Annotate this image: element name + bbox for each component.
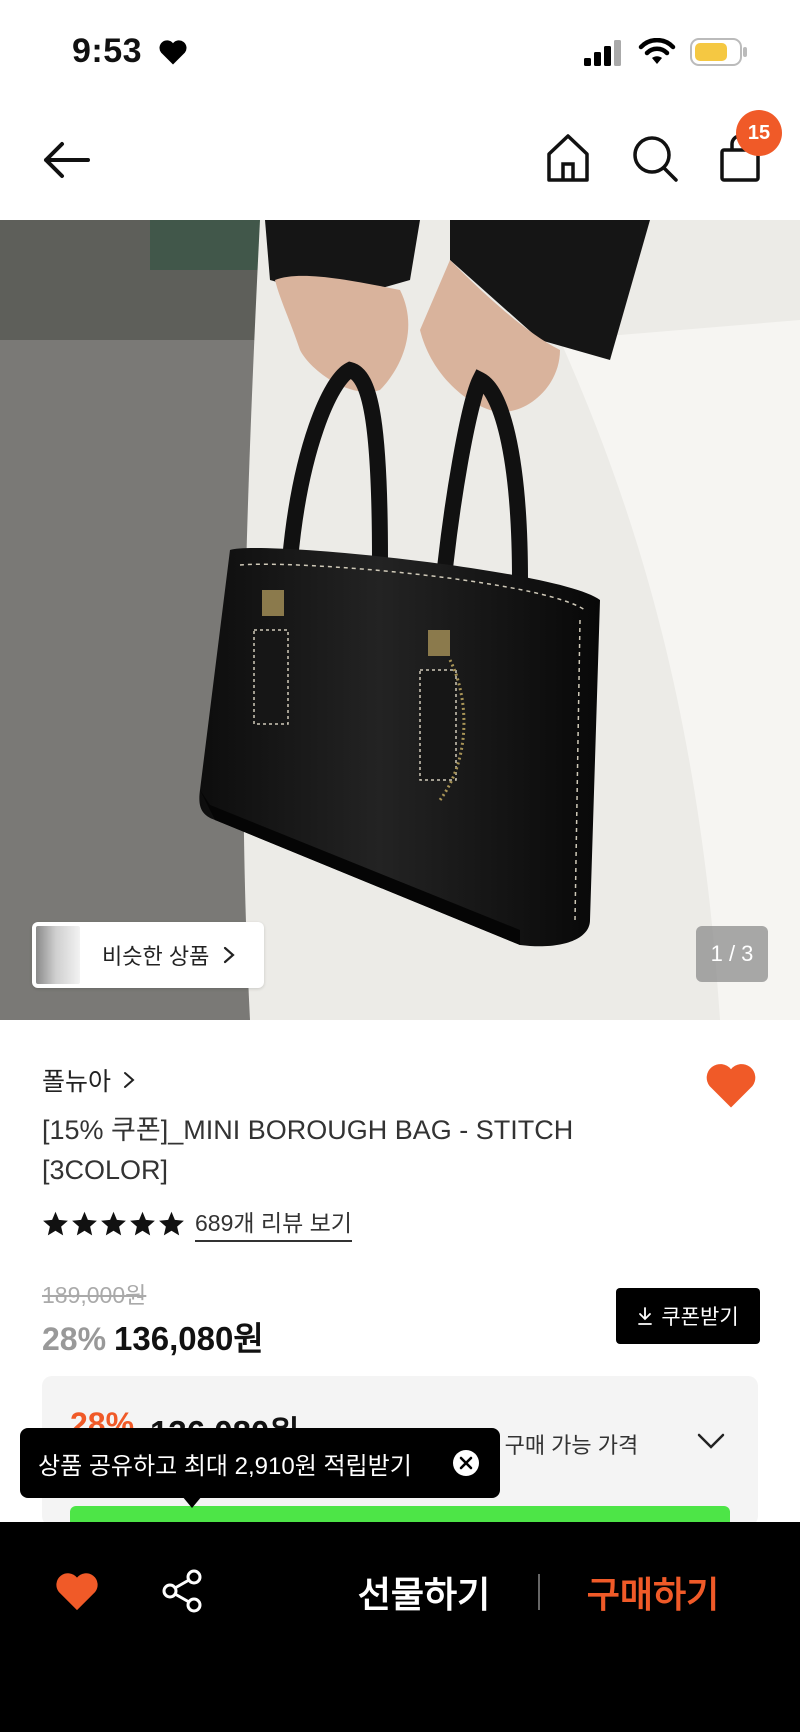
wifi-icon: [638, 38, 676, 64]
close-icon[interactable]: [452, 1449, 480, 1477]
original-price: 189,000원: [42, 1282, 147, 1308]
product-photo: [0, 220, 800, 1020]
top-navigation: 15: [0, 110, 800, 220]
status-time: 9:53: [72, 32, 143, 70]
download-icon: [638, 1307, 653, 1325]
star-icon: [130, 1211, 155, 1235]
rating-stars: [42, 1210, 185, 1237]
star-icon: [72, 1211, 97, 1235]
cart-count-badge[interactable]: 15: [736, 110, 782, 156]
bottom-action-bar: 선물하기 구매하기: [0, 1522, 800, 1732]
chevron-down-icon[interactable]: [696, 1432, 726, 1450]
status-bar: 9:53: [0, 0, 800, 100]
chevron-right-icon: [124, 1072, 135, 1088]
image-pager-indicator: 1 / 3: [696, 926, 768, 982]
similar-product-thumbnail: [36, 926, 80, 984]
brand-link[interactable]: 폴뉴아: [42, 1062, 135, 1098]
star-icon: [43, 1211, 68, 1235]
rating-row: 689개 리뷰 보기: [42, 1204, 352, 1242]
chevron-right-icon: [224, 946, 235, 964]
signal-icon: [584, 40, 621, 66]
heart-icon: [159, 40, 187, 65]
brand-name: 폴뉴아: [42, 1068, 112, 1096]
wishlist-heart-icon[interactable]: [704, 1060, 758, 1110]
similar-products-label: 비슷한 상품: [102, 944, 210, 969]
share-icon[interactable]: [160, 1568, 206, 1614]
battery-icon: [690, 38, 747, 66]
star-icon: [101, 1211, 126, 1235]
sale-price: 136,080원: [114, 1320, 264, 1357]
buy-button[interactable]: 구매하기: [568, 1566, 738, 1618]
get-coupon-label: 쿠폰받기: [661, 1306, 739, 1329]
price-row: 28% 136,080원: [42, 1312, 264, 1360]
gift-button[interactable]: 선물하기: [336, 1566, 512, 1618]
divider: [538, 1574, 540, 1610]
star-icon: [159, 1211, 184, 1235]
search-icon[interactable]: [630, 132, 680, 184]
home-icon[interactable]: [544, 132, 592, 184]
similar-products-button[interactable]: 비슷한 상품: [32, 922, 264, 988]
wishlist-heart-icon[interactable]: [54, 1570, 100, 1612]
tooltip-tail: [182, 1496, 202, 1508]
tooltip-text: 상품 공유하고 최대 2,910원 적립받기: [38, 1452, 412, 1480]
product-title: [15% 쿠폰]_MINI BOROUGH BAG - STITCH [3COL…: [42, 1115, 574, 1185]
share-reward-tooltip: 상품 공유하고 최대 2,910원 적립받기: [20, 1428, 500, 1508]
discount-rate: 28%: [42, 1321, 107, 1357]
reviews-link[interactable]: 689개 리뷰 보기: [195, 1204, 352, 1242]
product-image-gallery[interactable]: 비슷한 상품 1 / 3: [0, 220, 800, 1020]
get-coupon-button[interactable]: 쿠폰받기: [616, 1288, 760, 1344]
arrow-left-icon[interactable]: [38, 135, 94, 185]
